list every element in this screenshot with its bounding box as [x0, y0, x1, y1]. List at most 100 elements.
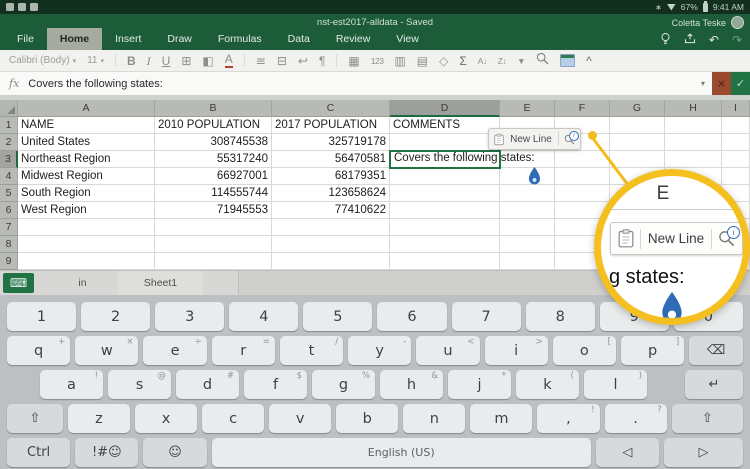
- key-k[interactable]: k(: [516, 370, 579, 399]
- cell-A5[interactable]: South Region: [18, 185, 155, 202]
- cell-E8[interactable]: [500, 236, 555, 253]
- keyboard-toggle-button[interactable]: ⌨: [3, 273, 34, 293]
- column-header-C[interactable]: C: [272, 100, 390, 117]
- redo-icon[interactable]: ↷: [732, 33, 742, 47]
- sheet-tab-in[interactable]: in: [55, 271, 110, 295]
- cell-C9[interactable]: [272, 253, 390, 270]
- share-icon[interactable]: [684, 32, 696, 48]
- tab-insert[interactable]: Insert: [102, 28, 154, 50]
- tab-formulas[interactable]: Formulas: [205, 28, 275, 50]
- key-emoji[interactable]: ☺: [143, 438, 206, 467]
- key-v[interactable]: v: [269, 404, 331, 433]
- cell-B9[interactable]: [155, 253, 272, 270]
- cell-C1[interactable]: 2017 POPULATION: [272, 117, 390, 134]
- active-cell-text[interactable]: Covers the following states:: [394, 152, 535, 164]
- cell-E9[interactable]: [500, 253, 555, 270]
- tab-file[interactable]: File: [4, 28, 47, 50]
- tab-view[interactable]: View: [383, 28, 432, 50]
- magnifier-icon[interactable]: i: [718, 230, 735, 247]
- cell-B8[interactable]: [155, 236, 272, 253]
- cell-D5[interactable]: [390, 185, 500, 202]
- tab-home[interactable]: Home: [47, 28, 102, 50]
- alignment-icon[interactable]: ≡: [256, 51, 266, 71]
- column-header-F[interactable]: F: [555, 100, 610, 117]
- key-u[interactable]: u<: [416, 336, 479, 365]
- cell-I3[interactable]: [722, 151, 750, 168]
- row-header-9[interactable]: 9: [0, 253, 18, 270]
- sheet-grid-icon[interactable]: [560, 54, 575, 67]
- key-c[interactable]: c: [202, 404, 264, 433]
- key-6[interactable]: 6: [377, 302, 446, 331]
- cell-G2[interactable]: [610, 134, 665, 151]
- column-header-E[interactable]: E: [500, 100, 555, 117]
- newline-popup[interactable]: New Line i: [488, 128, 581, 150]
- italic-button[interactable]: I: [147, 51, 151, 71]
- search-icon[interactable]: [536, 51, 549, 71]
- key-e[interactable]: e÷: [143, 336, 206, 365]
- newline-label[interactable]: New Line: [509, 134, 553, 145]
- key-a[interactable]: a!: [40, 370, 103, 399]
- cell-B7[interactable]: [155, 219, 272, 236]
- key-r[interactable]: r=: [212, 336, 275, 365]
- row-header-4[interactable]: 4: [0, 168, 18, 185]
- key-n[interactable]: n: [403, 404, 465, 433]
- row-header-2[interactable]: 2: [0, 134, 18, 151]
- cell-D2[interactable]: [390, 134, 500, 151]
- cell-C4[interactable]: 68179351: [272, 168, 390, 185]
- key-t[interactable]: t/: [280, 336, 343, 365]
- row-header-5[interactable]: 5: [0, 185, 18, 202]
- bold-button[interactable]: B: [127, 51, 136, 71]
- key-g[interactable]: g%: [312, 370, 375, 399]
- cell-C5[interactable]: 123658624: [272, 185, 390, 202]
- key-1[interactable]: 1: [7, 302, 76, 331]
- key-m[interactable]: m: [470, 404, 532, 433]
- cell-D1[interactable]: COMMENTS: [390, 117, 500, 134]
- cell-C7[interactable]: [272, 219, 390, 236]
- key-shift-left[interactable]: ⇧: [7, 404, 63, 433]
- formula-expand-icon[interactable]: ▾: [694, 79, 712, 88]
- key-shift-right[interactable]: ⇧: [672, 404, 743, 433]
- select-all-corner[interactable]: [0, 100, 18, 117]
- clear-icon[interactable]: ◇: [439, 51, 448, 71]
- callout-newline-label[interactable]: New Line: [647, 231, 705, 246]
- row-header-7[interactable]: 7: [0, 219, 18, 236]
- wrap-text-icon[interactable]: ↩: [298, 51, 308, 71]
- cell-I4[interactable]: [722, 168, 750, 185]
- cell-F4[interactable]: [555, 168, 610, 185]
- text-direction-icon[interactable]: ¶: [319, 51, 325, 71]
- cell-A2[interactable]: United States: [18, 134, 155, 151]
- key-3[interactable]: 3: [155, 302, 224, 331]
- cell-D8[interactable]: [390, 236, 500, 253]
- cell-A3[interactable]: Northeast Region: [18, 151, 155, 168]
- key-f[interactable]: f$: [244, 370, 307, 399]
- insert-table-icon[interactable]: ▥: [394, 51, 405, 71]
- key-cursor-left[interactable]: ◁: [596, 438, 659, 467]
- tab-data[interactable]: Data: [275, 28, 323, 50]
- sort-ascending-icon[interactable]: A↓: [478, 51, 487, 71]
- undo-icon[interactable]: ↶: [709, 33, 719, 47]
- cell-H1[interactable]: [665, 117, 722, 134]
- cell-I2[interactable]: [722, 134, 750, 151]
- cell-H2[interactable]: [665, 134, 722, 151]
- key-y[interactable]: y-: [348, 336, 411, 365]
- cell-G3[interactable]: [610, 151, 665, 168]
- key-7[interactable]: 7: [452, 302, 521, 331]
- row-header-6[interactable]: 6: [0, 202, 18, 219]
- key-d[interactable]: d#: [176, 370, 239, 399]
- cell-F5[interactable]: [555, 185, 610, 202]
- key-5[interactable]: 5: [303, 302, 372, 331]
- cell-A7[interactable]: [18, 219, 155, 236]
- cell-A8[interactable]: [18, 236, 155, 253]
- column-header-A[interactable]: A: [18, 100, 155, 117]
- key-backspace[interactable]: ⌫: [689, 336, 743, 365]
- row-header-1[interactable]: 1: [0, 117, 18, 134]
- cell-C8[interactable]: [272, 236, 390, 253]
- lightbulb-icon[interactable]: [660, 32, 671, 49]
- fill-color-icon[interactable]: ◧: [202, 51, 213, 71]
- borders-icon[interactable]: ⊞: [181, 51, 191, 71]
- cell-B2[interactable]: 308745538: [155, 134, 272, 151]
- font-size-selector[interactable]: 11 ▾: [87, 55, 104, 66]
- cell-A6[interactable]: West Region: [18, 202, 155, 219]
- autosum-icon[interactable]: Σ: [459, 51, 466, 71]
- key-x[interactable]: x: [135, 404, 197, 433]
